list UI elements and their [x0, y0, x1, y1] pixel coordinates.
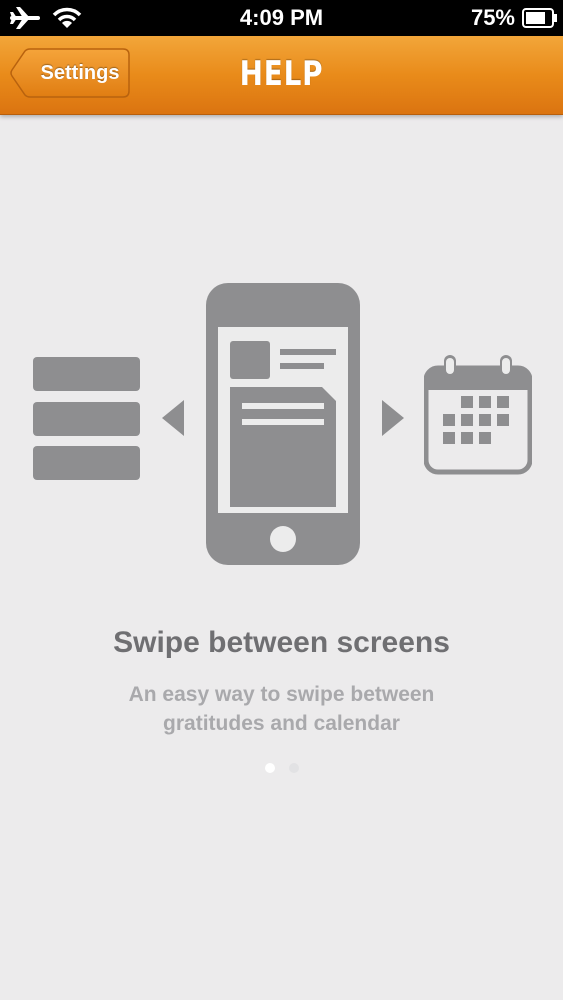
help-description-line-2: gratitudes and calendar [163, 712, 400, 735]
help-headline: Swipe between screens [113, 626, 450, 659]
phone-illustration-icon [206, 283, 360, 565]
page-title: HELP [239, 54, 324, 94]
status-bar: 4:09 PM 75% [0, 0, 563, 36]
list-view-icon [33, 357, 140, 480]
swipe-right-arrow-icon [382, 400, 404, 436]
swipe-left-arrow-icon [162, 400, 184, 436]
help-screen: 4:09 PM 75% Settings HELP Swipe between … [0, 0, 563, 1000]
calendar-icon [424, 355, 532, 475]
page-dot-2[interactable] [288, 763, 299, 773]
help-description-line-1: An easy way to swipe between [128, 683, 435, 706]
navigation-bar: Settings HELP [0, 36, 563, 115]
battery-icon [522, 8, 557, 28]
battery-percent: 75% [470, 5, 515, 30]
page-dot-1[interactable] [264, 763, 275, 773]
page-indicator[interactable] [0, 763, 563, 773]
